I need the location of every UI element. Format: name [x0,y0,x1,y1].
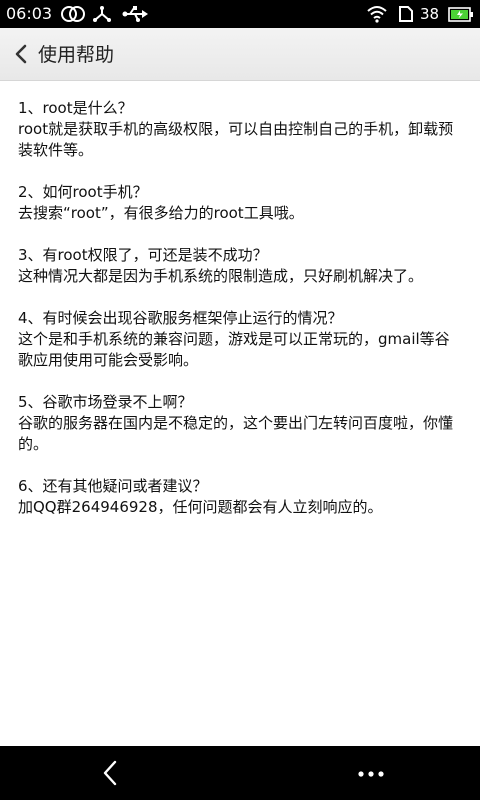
faq-question: 1、root是什么？ [18,99,133,117]
faq-question: 6、还有其他疑问或者建议？ [18,477,208,495]
status-time: 06:03 [6,4,53,23]
back-arrow-icon[interactable] [96,758,126,788]
faq-item: 1、root是什么？ root就是获取手机的高级权限，可以自由控制自己的手机，卸… [18,98,464,161]
faq-answer: 这个是和手机系统的兼容问题，游戏是可以正常玩的，gmail等谷歌应用使用可能会受… [18,330,450,369]
faq-answer: 谷歌的服务器在国内是不稳定的，这个要出门左转问百度啦，你懂的。 [18,414,454,453]
status-bar: 06:03 38 [0,0,480,28]
faq-item: 3、有root权限了，可还是装不成功？ 这种情况大都是因为手机系统的限制造成，只… [18,245,464,287]
battery-level: 38 [420,5,440,23]
navigation-bar [0,746,480,800]
faq-list: 1、root是什么？ root就是获取手机的高级权限，可以自由控制自己的手机，卸… [18,98,464,539]
title-bar: 使用帮助 [0,28,480,81]
faq-answer: 加QQ群264946928，任何问题都会有人立刻响应的。 [18,498,383,516]
faq-answer: root就是获取手机的高级权限，可以自由控制自己的手机，卸载预装软件等。 [18,120,454,159]
faq-item: 2、如何root手机？ 去搜索“root”，有很多给力的root工具哦。 [18,182,464,224]
sim-icon [399,6,413,22]
page-title: 使用帮助 [38,44,115,66]
faq-item: 6、还有其他疑问或者建议？ 加QQ群264946928，任何问题都会有人立刻响应… [18,476,464,518]
usb-icon [122,6,148,22]
faq-answer: 这种情况大都是因为手机系统的限制造成，只好刷机解决了。 [18,267,424,285]
chevron-left-icon[interactable] [10,42,34,66]
faq-answer: 去搜索“root”，有很多给力的root工具哦。 [18,204,304,222]
faq-question: 5、谷歌市场登录不上啊？ [18,393,193,411]
circles-icon [61,6,85,22]
faq-question: 4、有时候会出现谷歌服务框架停止运行的情况？ [18,309,343,327]
usb-network-icon [93,6,111,22]
more-dots-icon[interactable] [356,764,386,784]
faq-item: 5、谷歌市场登录不上啊？ 谷歌的服务器在国内是不稳定的，这个要出门左转问百度啦，… [18,392,464,455]
faq-question: 3、有root权限了，可还是装不成功？ [18,246,268,264]
wifi-icon [367,6,387,23]
faq-question: 2、如何root手机？ [18,183,148,201]
faq-item: 4、有时候会出现谷歌服务框架停止运行的情况？ 这个是和手机系统的兼容问题，游戏是… [18,308,464,371]
battery-icon [448,7,473,22]
